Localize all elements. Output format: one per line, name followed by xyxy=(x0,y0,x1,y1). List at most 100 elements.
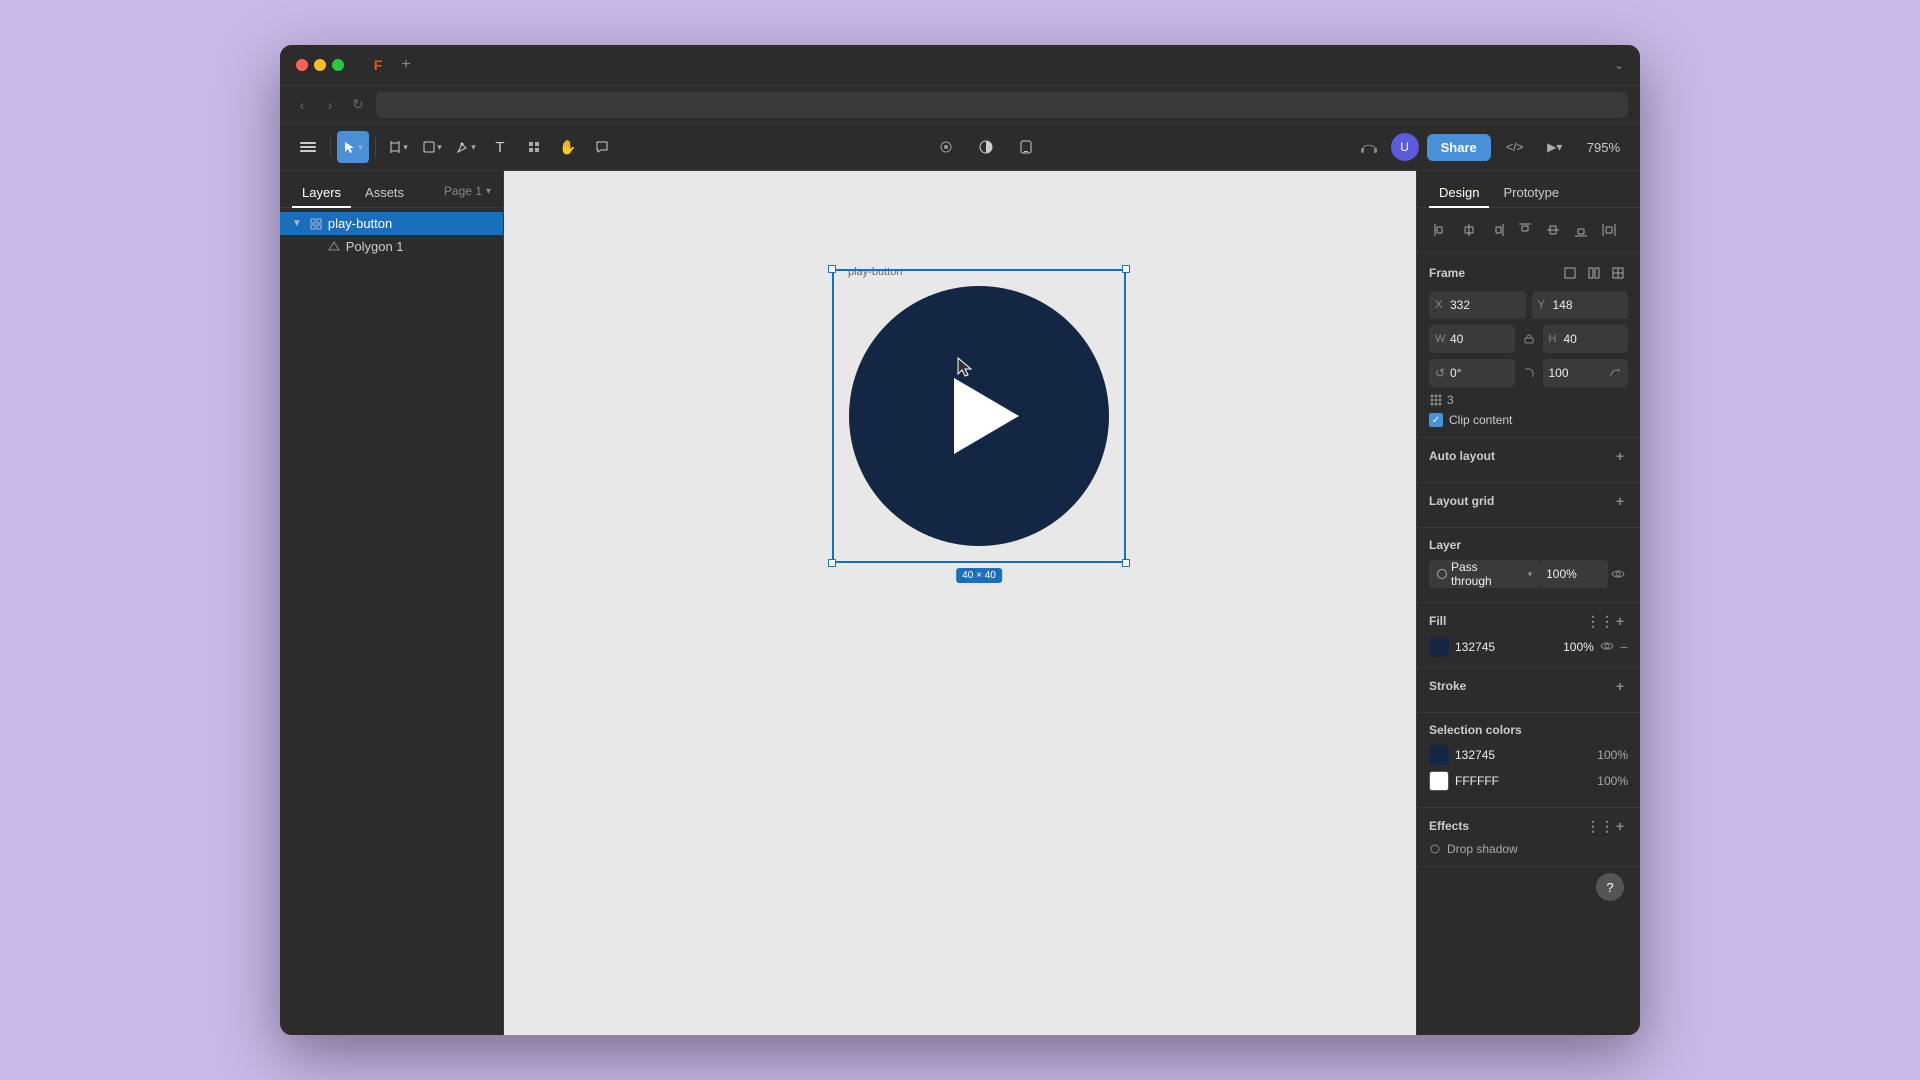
title-bar: F + ⌄ xyxy=(280,45,1640,85)
corner-radius-reset-icon xyxy=(1608,367,1620,379)
layers-tab[interactable]: Layers xyxy=(292,179,351,208)
corner-icon xyxy=(1523,367,1535,379)
h-value: 40 xyxy=(1564,332,1623,346)
minimize-button[interactable] xyxy=(314,59,326,71)
w-field[interactable]: W 40 xyxy=(1429,325,1515,353)
assets-tab[interactable]: Assets xyxy=(355,179,414,208)
corner-radius-field[interactable]: 100 xyxy=(1543,359,1629,387)
distribute-button[interactable] xyxy=(1597,218,1621,242)
sel-color-swatch-1[interactable] xyxy=(1429,745,1449,765)
blend-mode-chevron: ▾ xyxy=(1528,569,1533,580)
design-tab[interactable]: Design xyxy=(1429,179,1489,208)
effects-reorder-button[interactable]: ⋮⋮ xyxy=(1592,818,1608,834)
frame-section-title: Frame xyxy=(1429,263,1628,283)
text-tool-button[interactable]: T xyxy=(484,131,516,163)
frame-type-single-button[interactable] xyxy=(1560,263,1580,283)
eye-icon xyxy=(1611,569,1625,579)
toolbar-left: ▾ ▾ ▾ xyxy=(292,131,618,163)
align-middle-v-button[interactable] xyxy=(1541,218,1565,242)
back-button[interactable]: ‹ xyxy=(292,95,312,115)
align-right-button[interactable] xyxy=(1485,218,1509,242)
effects-section: Effects ⋮⋮ + Drop shadow xyxy=(1417,808,1640,867)
device-button[interactable] xyxy=(1010,131,1042,163)
effect-visibility-icon[interactable] xyxy=(1429,843,1441,855)
resize-handle-br[interactable] xyxy=(1122,559,1130,567)
shape-tool-button[interactable]: ▾ xyxy=(416,131,448,163)
selection-colors-label: Selection colors xyxy=(1429,723,1522,737)
frame-type-auto-button[interactable] xyxy=(1584,263,1604,283)
theme-button[interactable] xyxy=(970,131,1002,163)
present-button[interactable]: ▶▾ xyxy=(1539,131,1571,163)
stroke-add-button[interactable]: + xyxy=(1612,678,1628,694)
align-top-button[interactable] xyxy=(1513,218,1537,242)
pen-tool-button[interactable]: ▾ xyxy=(450,131,482,163)
effects-title: Effects ⋮⋮ + xyxy=(1429,818,1628,834)
new-tab-button[interactable]: + xyxy=(396,55,416,75)
blend-mode-select[interactable]: Pass through ▾ xyxy=(1429,560,1540,588)
fill-remove-button[interactable]: − xyxy=(1620,639,1628,655)
refresh-button[interactable]: ↻ xyxy=(348,95,368,115)
grid-dots-value: 3 xyxy=(1447,393,1454,407)
clip-content-row: ✓ Clip content xyxy=(1429,413,1628,427)
h-field[interactable]: H 40 xyxy=(1543,325,1629,353)
size-row: W 40 H 40 xyxy=(1429,325,1628,353)
browser-window: F + ⌄ ‹ › ↻ ▾ xyxy=(280,45,1640,1035)
grid-dots-container: 3 xyxy=(1429,393,1454,407)
fill-label: Fill xyxy=(1429,614,1446,628)
fill-visibility-button[interactable] xyxy=(1600,640,1614,654)
frame-type-grid-button[interactable] xyxy=(1608,263,1628,283)
prototype-tab[interactable]: Prototype xyxy=(1493,179,1569,208)
layout-grid-add-button[interactable]: + xyxy=(1612,493,1628,509)
lock-ratio-icon xyxy=(1523,333,1535,345)
fill-color-swatch[interactable] xyxy=(1429,637,1449,657)
x-field[interactable]: X 332 xyxy=(1429,291,1526,319)
effects-add-button[interactable]: + xyxy=(1612,818,1628,834)
components-tool-button[interactable] xyxy=(518,131,550,163)
canvas-area[interactable]: play-button 40 × 40 xyxy=(504,171,1416,1035)
url-bar[interactable] xyxy=(376,92,1628,118)
layer-item-play-button[interactable]: ▼ play-button xyxy=(280,212,503,235)
layer-section-title: Layer xyxy=(1429,538,1628,552)
play-circle xyxy=(849,286,1109,546)
layer-label-polygon: Polygon 1 xyxy=(346,239,404,254)
visibility-button[interactable] xyxy=(1608,564,1628,584)
layer-item-polygon[interactable]: ▶ Polygon 1 xyxy=(280,235,503,258)
code-view-button[interactable]: </> xyxy=(1499,131,1531,163)
align-left-button[interactable] xyxy=(1429,218,1453,242)
rotation-field[interactable]: ↺ 0° xyxy=(1429,359,1515,387)
inspect-button[interactable] xyxy=(930,131,962,163)
zoom-indicator[interactable]: 795% xyxy=(1579,136,1628,159)
comment-tool-button[interactable] xyxy=(586,131,618,163)
page-selector[interactable]: Page 1 xyxy=(444,184,482,198)
separator2 xyxy=(375,137,376,157)
blend-mode-value: Pass through xyxy=(1451,560,1522,588)
fill-reorder-button[interactable]: ⋮⋮ xyxy=(1592,613,1608,629)
move-tool-button[interactable]: ▾ xyxy=(337,131,369,163)
forward-button[interactable]: › xyxy=(320,95,340,115)
collapse-icon[interactable]: ⌄ xyxy=(1614,58,1624,72)
help-button[interactable]: ? xyxy=(1596,873,1624,901)
align-bottom-button[interactable] xyxy=(1569,218,1593,242)
tab-bar: F + xyxy=(368,55,1602,75)
expand-icon: ▼ xyxy=(292,218,302,229)
share-button[interactable]: Share xyxy=(1427,134,1491,161)
align-center-h-button[interactable] xyxy=(1457,218,1481,242)
sel-color-swatch-2[interactable] xyxy=(1429,771,1449,791)
close-button[interactable] xyxy=(296,59,308,71)
fill-add-button[interactable]: + xyxy=(1612,613,1628,629)
clip-content-checkbox[interactable]: ✓ xyxy=(1429,413,1443,427)
lock-ratio-button[interactable] xyxy=(1521,333,1537,345)
corner-radius-lock[interactable] xyxy=(1606,367,1622,379)
hand-tool-button[interactable]: ✋ xyxy=(552,131,584,163)
device-icon xyxy=(1018,139,1034,155)
help-area: ? xyxy=(1417,867,1640,917)
auto-layout-add-button[interactable]: + xyxy=(1612,448,1628,464)
align-right-icon xyxy=(1489,222,1505,238)
maximize-button[interactable] xyxy=(332,59,344,71)
opacity-field[interactable]: 100% xyxy=(1540,560,1608,588)
y-field[interactable]: Y 148 xyxy=(1532,291,1629,319)
frame-tool-button[interactable]: ▾ xyxy=(382,131,414,163)
left-panel: Layers Assets Page 1 ▾ ▼ pl xyxy=(280,171,504,1035)
x-value: 332 xyxy=(1450,298,1520,312)
main-menu-button[interactable] xyxy=(292,131,324,163)
